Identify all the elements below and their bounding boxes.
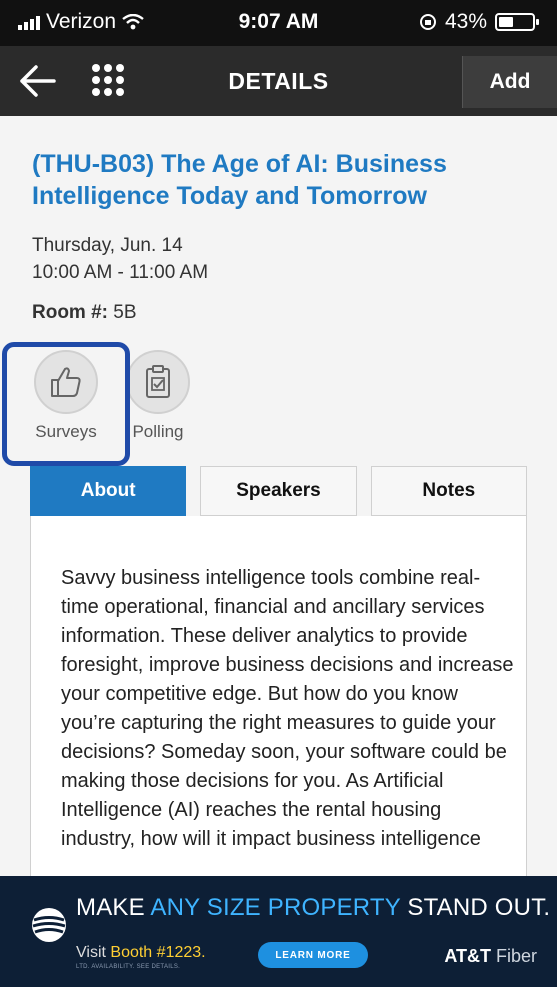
tab-bar: About Speakers Notes xyxy=(30,466,527,516)
ad-brand-bold: AT&T xyxy=(444,946,491,966)
ad-banner[interactable]: MAKE ANY SIZE PROPERTY STAND OUT. Visit … xyxy=(0,876,557,987)
tab-notes[interactable]: Notes xyxy=(370,466,527,516)
ad-visit-pre: Visit xyxy=(76,944,111,961)
session-title: (THU-B03) The Age of AI: Business Intell… xyxy=(32,150,447,210)
ad-headline-highlight: ANY SIZE PROPERTY xyxy=(150,894,401,921)
tab-about[interactable]: About xyxy=(30,466,187,516)
about-text: Savvy business intelligence tools combin… xyxy=(61,567,514,850)
ad-brand-light: Fiber xyxy=(490,946,537,966)
polling-icon-circle[interactable] xyxy=(126,350,190,414)
room-value: 5B xyxy=(113,302,137,323)
session-datetime: Thursday, Jun. 14 10:00 AM - 11:00 AM xyxy=(32,232,208,286)
add-button[interactable]: Add xyxy=(462,56,557,108)
battery-percent: 43% xyxy=(444,10,487,33)
ad-headline-post: STAND OUT. xyxy=(400,894,551,921)
orientation-lock-icon xyxy=(419,14,436,30)
learn-more-button[interactable]: LEARN MORE xyxy=(258,942,368,968)
status-right: 43% xyxy=(419,10,539,34)
ad-visit-text: Visit Booth #1223. xyxy=(76,944,206,962)
ad-booth: Booth #1223. xyxy=(110,944,206,961)
clipboard-check-icon xyxy=(146,365,170,398)
status-bar: Verizon 9:07 AM 43% xyxy=(0,0,557,46)
ad-headline: MAKE ANY SIZE PROPERTY STAND OUT. xyxy=(76,894,550,922)
session-time: 10:00 AM - 11:00 AM xyxy=(32,262,209,283)
room-label: Room #: xyxy=(32,302,108,323)
session-room: Room #: 5B xyxy=(32,302,137,324)
polling-label: Polling xyxy=(132,422,184,441)
ad-headline-pre: MAKE xyxy=(76,894,151,921)
polling-button[interactable]: Polling xyxy=(118,350,198,442)
highlight-box xyxy=(2,342,130,466)
nav-bar: DETAILS Add xyxy=(0,46,557,116)
session-details: (THU-B03) The Age of AI: Business Intell… xyxy=(0,116,557,896)
session-date: Thursday, Jun. 14 xyxy=(32,235,183,256)
about-panel: Savvy business intelligence tools combin… xyxy=(30,516,527,896)
tab-speakers[interactable]: Speakers xyxy=(200,466,357,516)
battery-fill xyxy=(499,17,513,27)
battery-icon xyxy=(495,13,539,31)
ad-brand: AT&T Fiber xyxy=(444,946,537,967)
att-globe-icon xyxy=(32,908,66,942)
ad-fine-print: LTD. AVAILABILITY. SEE DETAILS. xyxy=(76,964,181,970)
